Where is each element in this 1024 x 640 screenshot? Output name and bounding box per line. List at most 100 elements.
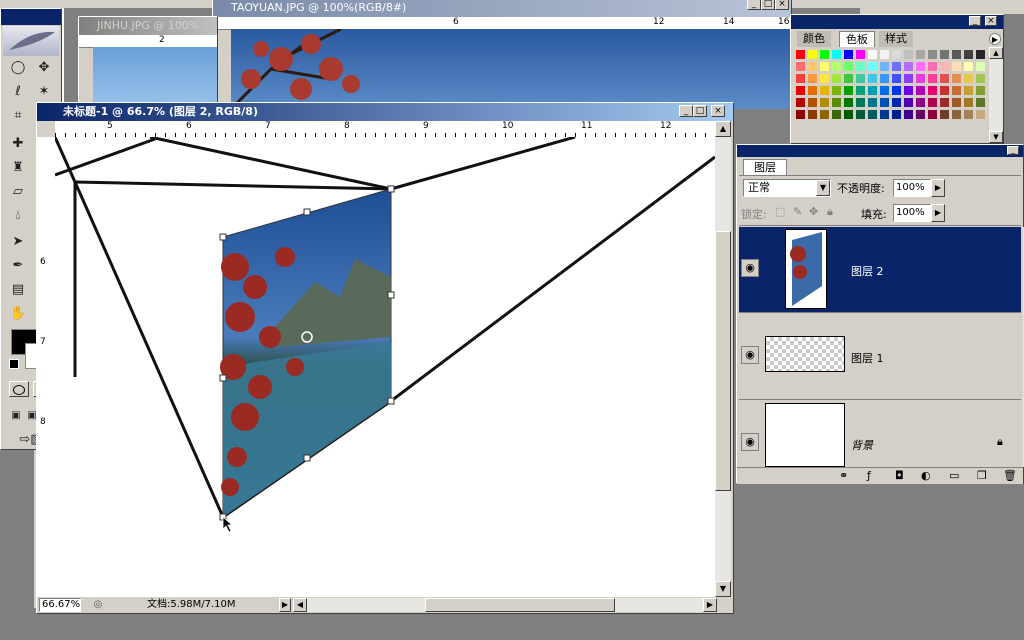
color-swatch[interactable] [819,97,830,108]
color-swatch[interactable] [891,61,902,72]
color-swatch[interactable] [891,109,902,120]
color-swatch[interactable] [927,73,938,84]
main-maximize-button[interactable]: □ [693,105,707,117]
taoyuan-maximize-button[interactable]: □ [761,0,775,10]
color-swatch[interactable] [831,97,842,108]
color-swatch[interactable] [915,73,926,84]
color-swatch[interactable] [867,97,878,108]
color-swatch[interactable] [843,97,854,108]
color-swatch[interactable] [903,61,914,72]
color-swatch[interactable] [831,61,842,72]
color-swatch[interactable] [915,49,926,60]
path-selection-icon[interactable]: ➤ [7,231,29,253]
color-swatch[interactable] [939,109,950,120]
color-swatch[interactable] [855,73,866,84]
scroll-down-button[interactable]: ▼ [715,581,731,597]
color-swatch[interactable] [807,73,818,84]
color-swatch[interactable] [831,49,842,60]
color-swatch[interactable] [843,109,854,120]
color-swatch[interactable] [807,97,818,108]
color-swatch[interactable] [963,85,974,96]
color-swatch[interactable] [951,49,962,60]
scroll-up-button[interactable]: ▲ [715,121,731,137]
eraser-tool-icon[interactable]: ▱ [7,181,29,203]
swatches-close-button[interactable]: × [985,16,997,26]
color-swatch[interactable] [927,85,938,96]
notes-tool-icon[interactable]: ▤ [7,279,29,301]
color-swatch[interactable] [903,49,914,60]
fill-input[interactable]: 100% [893,204,931,222]
main-close-button[interactable]: × [711,105,725,117]
color-swatch[interactable] [879,85,890,96]
layer-name[interactable]: 图层 1 [851,350,884,366]
color-swatch[interactable] [891,49,902,60]
color-swatch[interactable] [879,61,890,72]
chevron-down-icon[interactable]: ▼ [816,180,830,196]
color-swatch[interactable] [975,97,986,108]
color-swatch[interactable] [903,85,914,96]
healing-brush-icon[interactable]: ✚ [7,133,29,155]
layer-visibility-eye-icon[interactable]: ◉ [741,259,759,277]
opacity-arrow-button[interactable]: ▶ [931,179,945,197]
color-swatch[interactable] [963,97,974,108]
taoyuan-close-button[interactable]: × [775,0,789,10]
layer-visibility-eye-icon[interactable]: ◉ [741,433,759,451]
color-swatch[interactable] [939,85,950,96]
layer-row-background[interactable]: ◉ 背景 🔒︎ [739,401,1021,467]
lock-position-icon[interactable]: ✥ [809,205,818,218]
color-swatch[interactable] [915,109,926,120]
swatches-titlebar[interactable]: _ × [791,15,1003,29]
color-swatch[interactable] [903,109,914,120]
color-swatch[interactable] [963,109,974,120]
color-swatch[interactable] [855,85,866,96]
toolbox-titlebar[interactable] [1,9,61,25]
color-swatch[interactable] [819,49,830,60]
color-swatch[interactable] [927,109,938,120]
color-swatch[interactable] [831,73,842,84]
adjustment-layer-icon[interactable]: ◐ [921,469,931,482]
color-swatch[interactable] [915,97,926,108]
stamp-tool-icon[interactable]: ♜ [7,157,29,179]
color-swatch[interactable] [879,73,890,84]
jinhu-document-window[interactable]: JINHU.JPG @ 100% 2 [78,16,218,112]
color-swatch[interactable] [963,61,974,72]
main-minimize-button[interactable]: _ [679,105,693,117]
standard-mode-button[interactable] [9,381,29,397]
color-swatch[interactable] [951,61,962,72]
crop-tool-icon[interactable]: ⌗ [7,105,29,127]
hand-tool-icon[interactable]: ✋ [7,303,29,325]
horizontal-scroll-thumb[interactable] [425,598,615,612]
color-swatch[interactable] [927,49,938,60]
layers-minimize-button[interactable]: _ [1007,146,1019,155]
color-swatch[interactable] [963,49,974,60]
swatches-scroll-down[interactable]: ▼ [989,131,1003,143]
color-swatch[interactable] [879,109,890,120]
zoom-field[interactable]: 66.67% [39,598,81,612]
swatches-minimize-button[interactable]: _ [969,16,981,26]
tab-color[interactable]: 颜色 [797,31,831,47]
feather-logo-icon[interactable] [3,26,59,56]
color-swatch[interactable] [927,97,938,108]
canvas[interactable] [55,137,715,597]
status-info-icon[interactable]: ◎ [91,598,105,612]
blur-tool-icon[interactable]: 💧︎ [7,205,29,227]
lock-transparency-icon[interactable]: ⬚ [775,205,785,218]
color-swatch[interactable] [975,61,986,72]
layer-visibility-eye-icon[interactable]: ◉ [741,346,759,364]
jinhu-window-title[interactable]: JINHU.JPG @ 100% [79,17,217,35]
lasso-tool-icon[interactable]: ℓ [7,81,29,103]
color-swatch[interactable] [939,61,950,72]
color-swatch[interactable] [939,73,950,84]
taoyuan-window-title[interactable]: TAOYUAN.JPG @ 100%(RGB/8#) [213,0,791,17]
move-tool-icon[interactable]: ✥ [33,57,55,79]
link-icon[interactable]: ⚭ [839,469,848,482]
color-swatch[interactable] [927,61,938,72]
add-mask-icon[interactable]: ◘ [895,469,904,482]
color-swatch[interactable] [867,109,878,120]
color-swatch[interactable] [807,49,818,60]
tab-swatches[interactable]: 色板 [839,31,875,47]
color-swatch[interactable] [795,61,806,72]
color-swatch[interactable] [891,85,902,96]
layer-name[interactable]: 图层 2 [851,263,884,279]
color-swatch[interactable] [819,61,830,72]
